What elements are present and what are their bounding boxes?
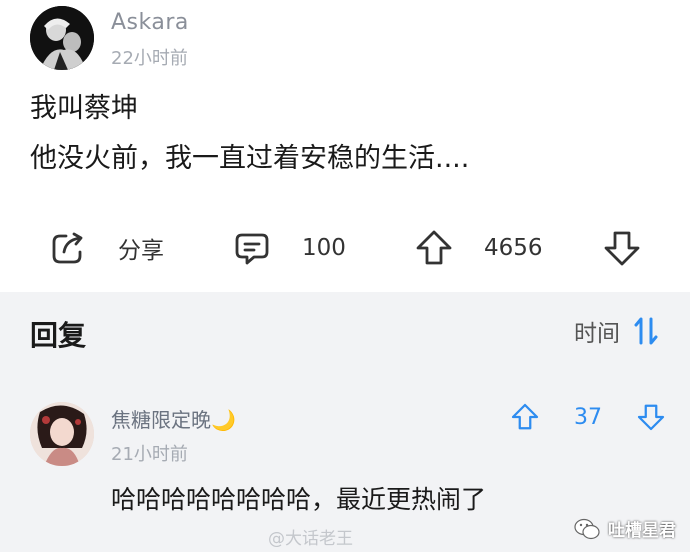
sort-label: 时间 xyxy=(574,321,620,347)
comment-button[interactable]: 100 xyxy=(232,228,346,268)
share-label: 分享 xyxy=(118,238,164,264)
comment-vote-controls: 37 xyxy=(510,402,666,432)
share-button[interactable]: 分享 xyxy=(48,228,164,268)
brand-name: 吐槽星君 xyxy=(608,521,676,541)
moon-emoji-icon: 🌙 xyxy=(211,408,236,432)
author-name[interactable]: Askara xyxy=(111,10,189,35)
commenter-avatar[interactable] xyxy=(30,402,94,466)
sort-by-time-button[interactable]: 时间 xyxy=(574,314,658,348)
comment-vote-count: 37 xyxy=(574,404,602,430)
commenter-username[interactable]: 焦糖限定晚🌙 xyxy=(111,404,236,433)
commenter-name: 焦糖限定晚 xyxy=(111,408,211,432)
author-avatar[interactable] xyxy=(30,6,94,70)
sort-arrows-icon xyxy=(634,317,658,345)
brand-watermark: 吐槽星君 xyxy=(574,516,676,541)
downvote-button[interactable] xyxy=(602,228,642,268)
comment-icon xyxy=(235,233,269,265)
comment-downvote-icon[interactable] xyxy=(636,402,666,432)
comment-count: 100 xyxy=(302,235,346,261)
replies-heading: 回复 xyxy=(30,319,87,352)
upvote-button[interactable]: 4656 xyxy=(414,228,543,268)
comment-timestamp: 21小时前 xyxy=(111,444,188,465)
post-timestamp: 22小时前 xyxy=(111,48,188,69)
post-card: Askara 22小时前 我叫蔡坤 他没火前，我一直过着安稳的生活.... 分享… xyxy=(0,0,690,292)
post-text-line-2: 他没火前，我一直过着安稳的生活.... xyxy=(30,143,470,174)
comment-text: 哈哈哈哈哈哈哈哈，最近更热闹了 xyxy=(111,485,487,514)
downvote-arrow-icon xyxy=(604,231,640,266)
post-action-bar: 分享 100 4656 xyxy=(0,222,690,274)
post-text-line-1: 我叫蔡坤 xyxy=(30,93,138,124)
upvote-arrow-icon xyxy=(416,230,452,265)
comment-upvote-icon[interactable] xyxy=(510,402,540,432)
upvote-count: 4656 xyxy=(484,235,543,261)
wechat-icon xyxy=(574,518,600,539)
watermark-text: @大话老王 xyxy=(268,529,353,549)
share-icon xyxy=(52,232,83,264)
replies-section: 回复 时间 焦糖限定晚🌙 21小时前 哈哈哈哈哈哈哈哈，最近更热闹了 37 @大… xyxy=(0,292,690,552)
